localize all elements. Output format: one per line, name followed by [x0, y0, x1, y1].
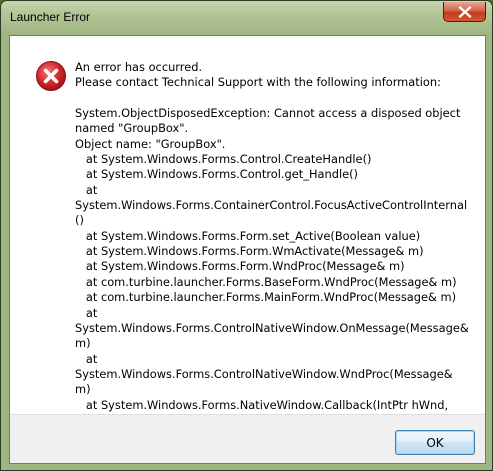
- message-line: at: [75, 182, 98, 197]
- message-line: at: [75, 351, 98, 366]
- message-line: at System.Windows.Forms.Form.set_Active(…: [75, 228, 421, 243]
- message-line: System.ObjectDisposedException: Cannot a…: [75, 106, 461, 121]
- message-line: at: [75, 305, 98, 320]
- message-line: System.Windows.Forms.ControlNativeWindow…: [75, 320, 469, 335]
- message-line: System.Windows.Forms.ControlNativeWindow…: [75, 366, 457, 397]
- message-line: Object name: "GroupBox".: [75, 136, 226, 151]
- message-line: [75, 91, 470, 106]
- message-line: at System.Windows.Forms.Control.CreateHa…: [75, 152, 372, 167]
- message-line: at System.Windows.Forms.Form.WndProc(Mes…: [75, 259, 405, 274]
- error-message: An error has occurred. Please contact Tec…: [75, 60, 470, 444]
- error-icon: [36, 61, 66, 91]
- message-line: named "GroupBox".: [75, 121, 189, 136]
- title-bar[interactable]: Launcher Error: [1, 1, 492, 35]
- message-line: System.Windows.Forms.ContainerControl.Fo…: [75, 198, 468, 228]
- message-line: at com.turbine.launcher.Forms.BaseForm.W…: [75, 274, 457, 289]
- ok-button[interactable]: OK: [395, 430, 475, 455]
- message-line: at com.turbine.launcher.Forms.MainForm.W…: [75, 290, 457, 305]
- launcher-error-window: Launcher Error An error has occurred. Pl…: [0, 0, 493, 471]
- button-bar: OK: [10, 414, 485, 463]
- message-line: at System.Windows.Forms.Form.WmActivate(…: [75, 244, 424, 259]
- dialog-content: An error has occurred. Please contact Tec…: [10, 36, 485, 442]
- close-icon: [458, 5, 471, 18]
- message-line: m): [75, 336, 91, 351]
- close-button[interactable]: [443, 2, 486, 22]
- message-line: at System.Windows.Forms.Control.get_Hand…: [75, 167, 359, 182]
- message-line: An error has occurred.: [75, 60, 203, 74]
- dialog-client-area: An error has occurred. Please contact Tec…: [9, 35, 486, 464]
- message-line: Please contact Technical Support with th…: [75, 75, 441, 90]
- window-title: Launcher Error: [10, 10, 91, 24]
